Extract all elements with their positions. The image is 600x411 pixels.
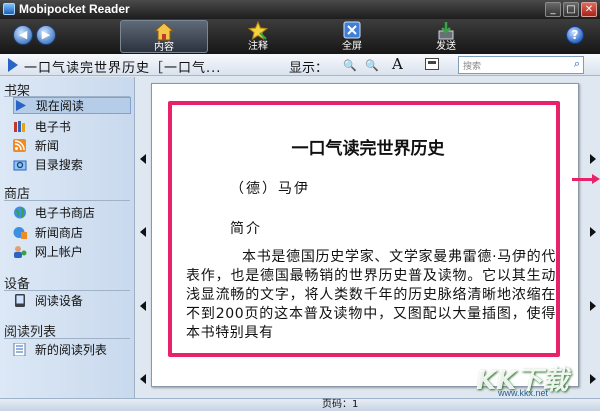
search-placeholder: 搜索 (463, 62, 482, 72)
current-book-arrow-icon (8, 58, 18, 72)
sidebar-item-label: 新闻 (34, 139, 59, 153)
toolbar-send-button[interactable]: 发送 (402, 20, 490, 53)
home-icon (154, 22, 174, 41)
zoom-in-icon[interactable]: 🔍 (365, 59, 379, 72)
layout-icon[interactable] (425, 58, 439, 70)
divider (4, 290, 130, 291)
sidebar-item-label: 现在阅读 (35, 99, 84, 113)
sidebar-item-label: 新闻商店 (34, 226, 83, 240)
sidebar-item-new-reading-list[interactable]: 新的阅读列表 (13, 342, 131, 359)
back-button[interactable]: ◀ (13, 25, 33, 45)
books-icon (14, 121, 25, 132)
sidebar-item-catalog-search[interactable]: 目录搜索 (13, 157, 131, 174)
maximize-button[interactable]: □ (563, 2, 579, 17)
next-page-arrow-icon[interactable] (590, 154, 596, 164)
globe-icon (14, 206, 26, 219)
sidebar-item-news[interactable]: 新闻 (13, 138, 131, 155)
fullscreen-icon (343, 21, 361, 39)
current-book-title[interactable]: 一口气读完世界历史［一口气... (24, 57, 221, 76)
next-page-arrow-icon[interactable] (590, 227, 596, 237)
book-info-bar: 一口气读完世界历史［一口气... 显示： 🔍 🔍 A 搜索 ⌕ (0, 54, 600, 76)
reading-pane: 一口气读完世界历史 （德）马伊 简介 本书是德国历史学家、文学家曼弗雷德·马伊的… (136, 77, 600, 398)
zoom-out-icon[interactable]: 🔍 (343, 59, 357, 72)
sidebar-item-ebook-store[interactable]: 电子书商店 (13, 205, 131, 222)
star-icon (248, 21, 268, 40)
help-button[interactable]: ? (566, 26, 584, 44)
play-icon (16, 100, 26, 111)
watermark-url: www.kkx.net (498, 388, 549, 398)
highlight-box (168, 101, 560, 357)
library-sidebar: 书架 现在阅读 电子书 新闻 目录搜索 商店 电子书商店 新闻商店 网上帐户 设… (0, 77, 135, 398)
sidebar-item-news-store[interactable]: 新闻商店 (13, 225, 131, 242)
sidebar-item-label: 阅读设备 (34, 294, 83, 308)
search-field[interactable]: 搜索 ⌕ (458, 56, 584, 74)
toolbar-annotation-label: 注释 (248, 41, 268, 52)
sidebar-item-label: 电子书 (34, 120, 71, 134)
title-bar: Mobipocket Reader _ □ ✕ (0, 0, 600, 19)
sidebar-item-label: 网上帐户 (34, 245, 83, 259)
annotation-arrow (572, 174, 600, 184)
prev-page-arrow-icon[interactable] (140, 301, 146, 311)
toolbar-fullscreen-button[interactable]: 全屏 (308, 20, 396, 53)
next-page-arrow-icon[interactable] (590, 301, 596, 311)
globe-news-icon (13, 227, 27, 239)
minimize-button[interactable]: _ (545, 2, 561, 17)
main-toolbar: ◀ ▶ 内容 注释 全屏 发送 ? (0, 19, 600, 54)
sidebar-item-now-reading[interactable]: 现在阅读 (13, 97, 131, 114)
sidebar-item-label: 目录搜索 (34, 158, 83, 172)
toolbar-fullscreen-label: 全屏 (342, 41, 362, 52)
search-folder-icon (13, 160, 27, 171)
user-icon (14, 246, 27, 258)
watermark-logo: KK下载 www.kkx.net (474, 360, 598, 400)
toolbar-contents-label: 内容 (154, 42, 174, 53)
rss-icon (13, 139, 26, 152)
forward-button[interactable]: ▶ (36, 25, 56, 45)
divider (4, 338, 130, 339)
page-number: 页码：1 (322, 399, 359, 410)
font-size-button[interactable]: A (392, 55, 403, 73)
toolbar-contents-button[interactable]: 内容 (120, 20, 208, 53)
send-icon (438, 22, 454, 40)
close-button[interactable]: ✕ (581, 2, 597, 17)
sidebar-item-label: 新的阅读列表 (34, 343, 107, 357)
divider (4, 200, 130, 201)
sidebar-item-label: 电子书商店 (34, 206, 95, 220)
device-icon (15, 294, 25, 307)
list-icon (13, 343, 26, 356)
window-title: Mobipocket Reader (19, 2, 130, 16)
prev-page-arrow-icon[interactable] (140, 374, 146, 384)
prev-page-arrow-icon[interactable] (140, 227, 146, 237)
toolbar-annotation-button[interactable]: 注释 (214, 20, 302, 53)
display-label: 显示： (289, 61, 329, 76)
sidebar-item-ebooks[interactable]: 电子书 (13, 119, 131, 136)
sidebar-item-online-account[interactable]: 网上帐户 (13, 244, 131, 261)
toolbar-send-label: 发送 (436, 41, 456, 52)
search-icon[interactable]: ⌕ (574, 57, 580, 71)
sidebar-item-reading-device[interactable]: 阅读设备 (13, 293, 131, 310)
app-icon (3, 3, 15, 15)
